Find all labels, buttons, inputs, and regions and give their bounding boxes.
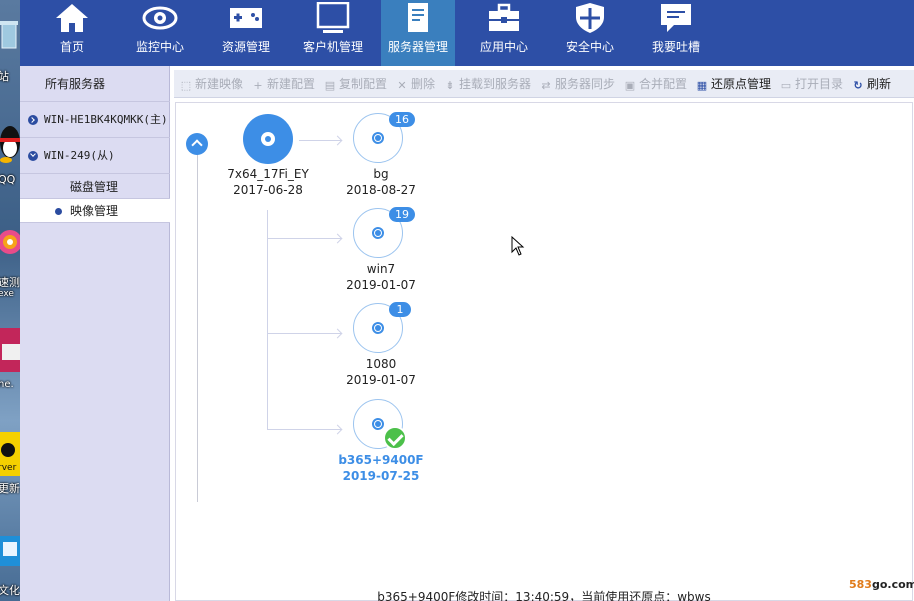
new-image-icon: ⬚ — [180, 79, 192, 92]
restore-icon: ▦ — [696, 79, 708, 92]
nav-label: 监控中心 — [135, 40, 184, 54]
child-image-name: 1080 — [365, 357, 397, 371]
status-bar: b365+9400F修改时间：13:40:59，当前使用还原点：wbws — [377, 590, 711, 601]
desktop-label: 站 — [0, 70, 9, 83]
root-image-disc-icon[interactable] — [243, 114, 293, 164]
restore-count-badge: 1 — [389, 302, 411, 317]
server-sync-button[interactable]: ⇄ 服务器同步 — [540, 70, 615, 98]
copy-icon: ▤ — [324, 79, 336, 92]
restore-count-badge: 16 — [389, 112, 415, 127]
active-image-date: 2019-07-25 — [342, 469, 420, 483]
desktop-label: QQ — [0, 173, 16, 186]
tree-connector — [267, 210, 268, 430]
folder-icon: ▭ — [780, 79, 792, 92]
nav-label: 客户机管理 — [302, 40, 363, 54]
nav-feedback[interactable]: 我要吐槽 — [636, 0, 716, 66]
child-image-name: win7 — [366, 262, 396, 276]
all-servers-title[interactable]: 所有服务器 — [20, 66, 170, 102]
desktop-label: 更新 — [0, 482, 20, 495]
document-app-icon[interactable] — [0, 534, 20, 574]
new-image-button[interactable]: ⬚ 新建映像 — [180, 70, 243, 98]
action-toolbar: ⬚ 新建映像 + 新建配置 ▤ 复制配置 ✕ 删除 ⇟ 挂载到服务器 ⇄ 服务器同步 ▣ 合并… — [174, 70, 914, 98]
nav-security-center[interactable]: 安全中心 — [550, 0, 630, 66]
app-window-icon[interactable] — [0, 326, 20, 376]
qq-penguin-icon[interactable] — [0, 122, 20, 168]
delete-icon: ✕ — [397, 79, 407, 92]
server-label: WIN-249(从) — [44, 149, 115, 162]
sidebar-item-image-management[interactable]: 映像管理 — [20, 199, 170, 223]
nav-label: 服务器管理 — [387, 40, 448, 54]
tree-connector — [268, 429, 341, 430]
child-image-date: 2019-01-07 — [346, 278, 416, 292]
sync-icon: ⇄ — [541, 79, 551, 92]
desktop-label: 速测 — [0, 276, 20, 289]
nav-label: 首页 — [59, 40, 84, 54]
chevron-right-icon — [28, 115, 38, 125]
tree-guide-line — [197, 146, 198, 502]
nav-client-management[interactable]: 客户机管理 — [292, 0, 374, 66]
chat-icon — [661, 4, 691, 32]
restore-point-management-button[interactable]: ▦ 还原点管理 — [696, 70, 771, 98]
root-image-name: 7x64_17Fi_EY — [227, 167, 309, 181]
child-image-date: 2019-01-07 — [346, 373, 416, 387]
open-directory-button[interactable]: ▭ 打开目录 — [780, 70, 843, 98]
server-label: WIN-HE1BK4KQMKK(主) — [44, 113, 168, 126]
mount-to-server-button[interactable]: ⇟ 挂载到服务器 — [444, 70, 531, 98]
eye-icon — [142, 6, 178, 30]
desktop-label: ne. — [0, 379, 14, 390]
child-image-date: 2018-08-27 — [346, 183, 416, 197]
desktop-label: rver — [0, 463, 17, 473]
nav-app-center[interactable]: 应用中心 — [464, 0, 544, 66]
home-icon — [56, 4, 88, 32]
selected-dot-icon — [55, 208, 62, 215]
active-image-name: b365+9400F — [338, 453, 424, 467]
sidebar-server-slave[interactable]: WIN-249(从) — [20, 138, 170, 174]
sidebar-item-disk-management[interactable]: 磁盘管理 — [20, 175, 170, 199]
nav-label: 安全中心 — [565, 40, 614, 54]
nav-home[interactable]: 首页 — [20, 0, 124, 66]
nav-monitor-center[interactable]: 监控中心 — [124, 0, 196, 66]
plus-icon: + — [253, 79, 263, 92]
delete-button[interactable]: ✕ 删除 — [396, 70, 435, 98]
tree-connector — [268, 238, 341, 239]
recycle-bin-icon[interactable] — [0, 18, 20, 58]
collapse-tree-button[interactable] — [186, 133, 208, 155]
desktop-label: exe — [0, 289, 14, 299]
sidebar-server-master[interactable]: WIN-HE1BK4KQMKK(主) — [20, 102, 170, 138]
check-icon — [383, 426, 407, 450]
refresh-icon: ↻ — [853, 79, 863, 92]
copy-config-button[interactable]: ▤ 复制配置 — [324, 70, 387, 98]
new-config-button[interactable]: + 新建配置 — [252, 70, 315, 98]
app-window: 站 QQ 速测 exe ne. rver 更新 文化 — [0, 0, 914, 601]
nav-resource-management[interactable]: 资源管理 — [209, 0, 283, 66]
nav-label: 应用中心 — [479, 40, 528, 54]
chevron-down-icon — [28, 151, 38, 161]
shield-icon — [576, 3, 604, 33]
desktop-background: 站 QQ 速测 exe ne. rver 更新 文化 — [0, 0, 20, 601]
sidebar-item-label: 映像管理 — [70, 204, 119, 218]
merge-config-button[interactable]: ▣ 合并配置 — [624, 70, 687, 98]
document-icon — [408, 3, 428, 32]
refresh-button[interactable]: ↻ 刷新 — [852, 70, 891, 98]
mouse-cursor-icon — [511, 236, 525, 256]
toolbox-icon — [489, 3, 519, 31]
server-sidebar: 所有服务器 WIN-HE1BK4KQMKK(主) WIN-249(从) 磁盘管理… — [20, 66, 170, 601]
merge-icon: ▣ — [624, 79, 636, 92]
nav-label: 资源管理 — [221, 40, 270, 54]
child-image-name: bg — [373, 167, 389, 181]
speedtest-icon[interactable] — [0, 226, 20, 274]
desktop-label: 文化 — [0, 584, 20, 597]
root-image-date: 2017-06-28 — [233, 183, 303, 197]
gamepad-icon — [230, 8, 262, 28]
nav-label: 我要吐槽 — [651, 40, 700, 54]
tree-connector — [268, 333, 341, 334]
top-navigation: 首页 监控中心 资源管理 客户机管理 服务器管理 应用中心 安全中心 我要吐槽 — [20, 0, 914, 66]
watermark-text: 583go.com — [849, 578, 914, 591]
nav-server-management[interactable]: 服务器管理 — [381, 0, 455, 66]
restore-count-badge: 19 — [389, 207, 415, 222]
mount-icon: ⇟ — [445, 79, 455, 92]
monitor-icon — [316, 2, 350, 33]
